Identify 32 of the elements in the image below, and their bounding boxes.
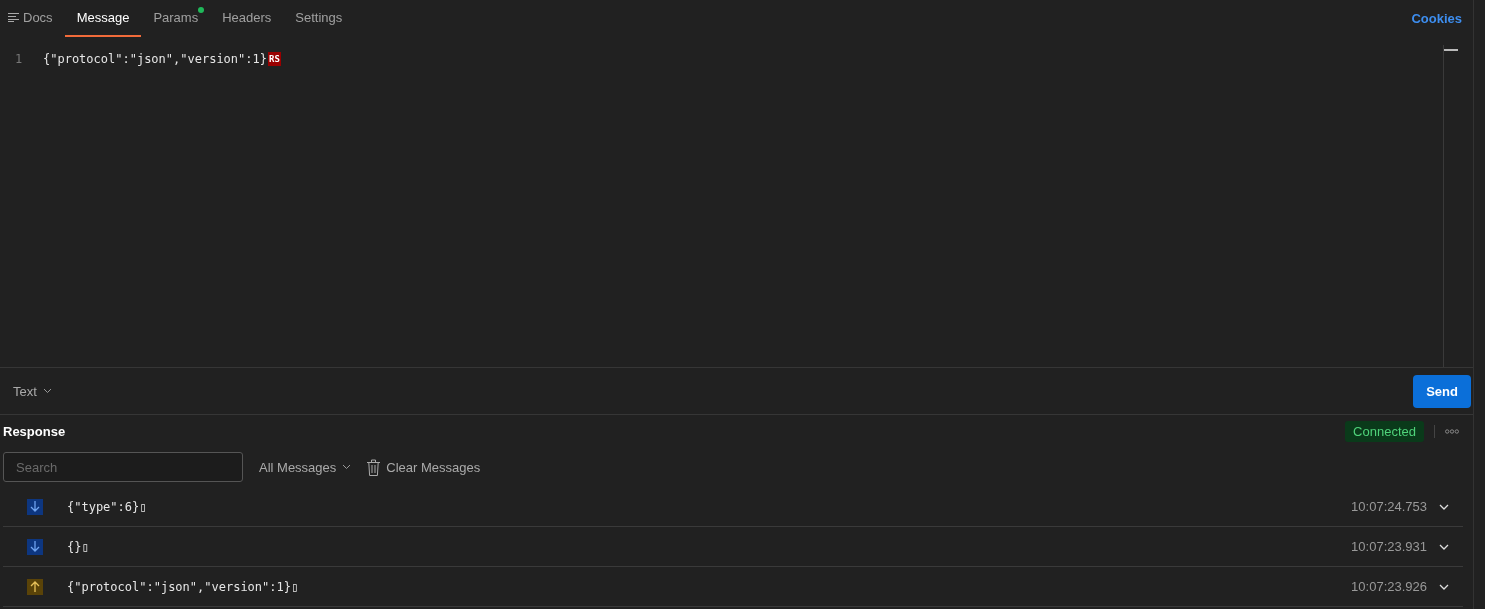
- tab[interactable]: Docs: [8, 0, 65, 37]
- format-dropdown[interactable]: Text: [13, 383, 52, 399]
- chevron-icon[interactable]: [1439, 503, 1449, 510]
- message-filter-dropdown[interactable]: All Messages: [259, 459, 352, 475]
- line-number: 1: [14, 52, 24, 66]
- chevron-icon[interactable]: [1439, 583, 1449, 590]
- scrollbar-thumb[interactable]: [1444, 49, 1458, 51]
- message-time: 10:07:23.931: [1351, 539, 1427, 554]
- caret-icon: [42, 388, 52, 394]
- tab[interactable]: Settings: [283, 0, 355, 37]
- connection-status: Connected: [1345, 420, 1424, 442]
- status-dot: [198, 7, 205, 13]
- tab[interactable]: Headers: [210, 0, 284, 37]
- menu-icon: [8, 13, 19, 22]
- chevron-icon[interactable]: [1439, 543, 1449, 550]
- send-button[interactable]: Send: [1413, 374, 1471, 408]
- message-time: 10:07:23.926: [1351, 579, 1427, 594]
- more-icon[interactable]: [1445, 428, 1459, 434]
- tab[interactable]: Message: [64, 0, 142, 37]
- search-field[interactable]: Search: [3, 452, 243, 482]
- message-text: {}▯: [67, 539, 90, 554]
- response-title: Response: [3, 423, 66, 439]
- trash-icon: [367, 458, 381, 476]
- message-text: {"type":6}▯: [67, 499, 148, 514]
- clear-messages-button[interactable]: Clear Messages: [367, 458, 481, 476]
- message-text: {"protocol":"json","version":1}▯: [67, 579, 300, 594]
- message-time: 10:07:24.753: [1351, 499, 1427, 514]
- code-line: {"protocol":"json","version":1}: [43, 52, 267, 66]
- cookies-link[interactable]: Cookies: [1411, 11, 1462, 26]
- caret-icon: [342, 464, 352, 470]
- tab[interactable]: Params: [141, 0, 211, 37]
- control-character-mark: RS: [267, 52, 281, 66]
